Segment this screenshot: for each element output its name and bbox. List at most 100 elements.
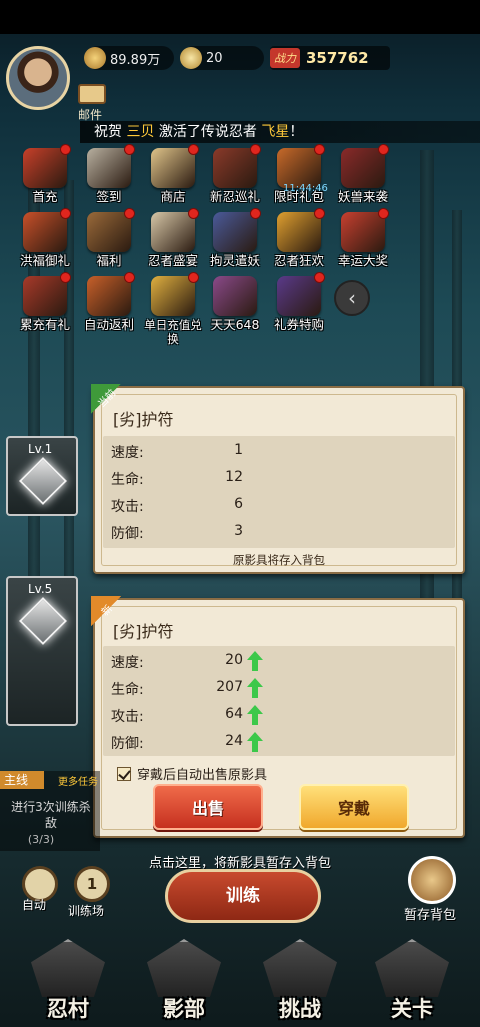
broadcast-banner: 祝贺 三贝 激活了传说忍者 飞星！	[80, 121, 480, 143]
red-dot-badge	[60, 144, 71, 155]
shadow-emblem-icon	[147, 939, 221, 997]
gem-icon	[180, 47, 202, 69]
activity-icon-13[interactable]: 自动返利	[78, 272, 140, 340]
stat-up-arrow-icon	[247, 651, 263, 671]
auto-label: 自动	[22, 898, 47, 912]
amulet-icon	[18, 596, 68, 646]
stat-value: 1	[234, 442, 243, 458]
checkbox-icon[interactable]	[117, 766, 131, 781]
activity-image-icon	[23, 272, 71, 316]
quest-progress: (3/3)	[27, 833, 55, 846]
activity-label: 福利	[96, 253, 122, 268]
activity-label: 忍者狂欢	[273, 253, 324, 268]
activity-icon-11[interactable]: 幸运大奖	[332, 208, 394, 276]
notice-ninja: 飞星	[261, 124, 290, 140]
card-title: [劣]护符	[113, 410, 174, 429]
activity-icon-3[interactable]: 新忍巡礼	[204, 144, 266, 212]
activity-image-icon	[341, 144, 389, 188]
red-dot-badge	[314, 272, 325, 283]
activity-icon-7[interactable]: 福利	[78, 208, 140, 276]
nav-label: 关卡	[391, 997, 433, 1021]
stat-value: 12	[225, 469, 243, 485]
equip-slot-new[interactable]: Lv.5	[6, 576, 78, 726]
stat-row: 速度: 20	[103, 648, 455, 674]
more-quests-link[interactable]: 更多任务	[58, 773, 98, 788]
gem-counter[interactable]: 20	[180, 46, 264, 70]
nav-shadow[interactable]: 影部	[134, 935, 234, 1027]
activity-label: 累充有礼	[19, 317, 70, 332]
card-note: 原影具将存入背包	[233, 553, 325, 567]
main-quest-panel[interactable]: 主线 更多任务 进行3次训练杀敌 (3/3)	[0, 771, 100, 851]
stat-value: 64	[225, 706, 243, 722]
activity-icon-4[interactable]: 11:44:46 限时礼包	[268, 144, 330, 212]
activity-image-icon	[87, 272, 135, 316]
nav-stage[interactable]: 关卡	[362, 935, 462, 1027]
power-value: 357762	[306, 49, 369, 67]
stat-row: 生命: 207	[103, 675, 455, 701]
slot-level: Lv.1	[28, 442, 53, 456]
activity-label: 洪福御礼	[19, 253, 70, 268]
red-dot-badge	[124, 144, 135, 155]
activity-icon-0[interactable]: 首充	[14, 144, 76, 212]
red-dot-badge	[378, 144, 389, 155]
collapse-arrow-icon[interactable]: ‹	[334, 280, 370, 316]
activity-label: 商店	[160, 189, 186, 204]
nav-village[interactable]: 忍村	[18, 935, 118, 1027]
activity-icon-10[interactable]: 忍者狂欢	[268, 208, 330, 276]
stash-bag-icon[interactable]	[408, 856, 456, 904]
mail-icon[interactable]	[78, 84, 106, 104]
bottom-nav: 忍村 影部 挑战 关卡	[0, 935, 480, 1027]
activity-icon-15[interactable]: 天天648	[204, 276, 266, 340]
red-dot-badge	[250, 144, 261, 155]
village-emblem-icon	[31, 939, 105, 997]
activity-icon-6[interactable]: 洪福御礼	[14, 208, 76, 276]
stat-label: 生命:	[111, 682, 144, 698]
stat-table: 速度: 20 生命: 207 攻击: 64 防御: 24	[103, 646, 455, 756]
quest-description: 进行3次训练杀敌	[11, 800, 91, 830]
activity-image-icon	[341, 208, 389, 252]
activity-icon-14[interactable]: 单日充值兑换	[142, 272, 204, 346]
stat-up-arrow-icon	[247, 705, 263, 725]
coin-icon	[84, 47, 106, 69]
timer-text: 11:44:46	[283, 183, 328, 194]
stat-label: 防御:	[111, 526, 144, 542]
activity-label: 忍者盛宴	[147, 253, 198, 268]
nav-challenge[interactable]: 挑战	[250, 935, 350, 1027]
red-dot-badge	[60, 272, 71, 283]
activity-icon-8[interactable]: 忍者盛宴	[142, 208, 204, 276]
sell-button[interactable]: 出售	[153, 784, 263, 830]
training-ground-button[interactable]: 1	[74, 866, 110, 902]
activity-image-icon	[87, 144, 135, 188]
activity-icon-5[interactable]: 妖兽来袭	[332, 144, 394, 212]
activity-image-icon	[213, 276, 257, 316]
activity-icon-2[interactable]: 商店	[142, 144, 204, 212]
activity-icon-9[interactable]: 拘灵遣妖	[204, 208, 266, 276]
activity-icon-1[interactable]: 签到	[78, 144, 140, 212]
player-avatar[interactable]	[6, 46, 70, 110]
nav-label: 影部	[163, 997, 205, 1021]
stat-label: 速度:	[111, 655, 144, 671]
stat-row: 生命: 12	[103, 465, 455, 491]
activity-image-icon	[277, 208, 325, 252]
equip-button[interactable]: 穿戴	[299, 784, 409, 830]
stat-label: 速度:	[111, 445, 144, 461]
new-equipment-card: 新 [劣]护符 速度: 20 生命: 207 攻击: 64 防御: 24 穿戴后自动出售原影具…	[91, 596, 465, 838]
train-button[interactable]: 训练	[165, 869, 321, 923]
card-title: [劣]护符	[113, 622, 174, 641]
red-dot-badge	[124, 272, 135, 283]
activity-image-icon	[277, 272, 325, 316]
combat-power: 战力 357762	[270, 46, 390, 70]
notice-player: 三贝	[126, 124, 155, 140]
power-label: 战力	[270, 48, 300, 68]
notice-suffix: ！	[289, 124, 304, 140]
equip-slot-current[interactable]: Lv.1	[6, 436, 78, 516]
notice-prefix: 祝贺	[94, 124, 122, 140]
red-dot-badge	[378, 208, 389, 219]
activity-image-icon	[23, 208, 71, 252]
red-dot-badge	[188, 208, 199, 219]
red-dot-badge	[250, 208, 261, 219]
auto-sell-checkbox[interactable]: 穿戴后自动出售原影具	[117, 764, 267, 783]
activity-icon-16[interactable]: 礼券特购	[268, 272, 330, 340]
coin-counter[interactable]: 89.89万	[84, 46, 174, 70]
activity-icon-12[interactable]: 累充有礼	[14, 272, 76, 340]
